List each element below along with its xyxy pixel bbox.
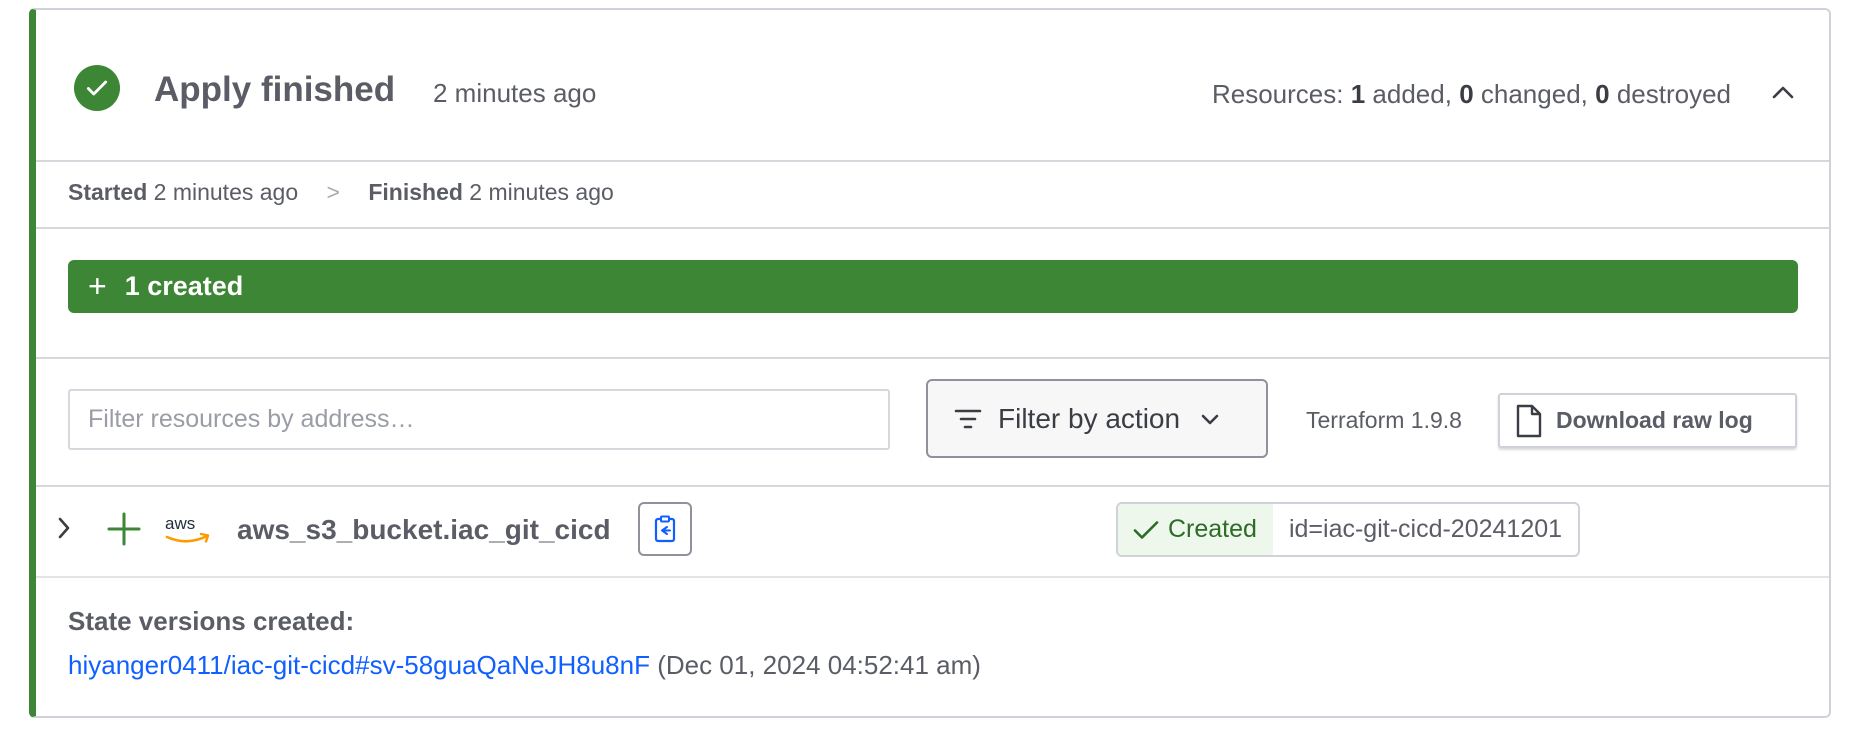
filter-resources-input[interactable] <box>68 389 890 450</box>
aws-logo-icon: aws <box>163 513 215 554</box>
finished-time: 2 minutes ago <box>469 179 614 205</box>
state-versions: State versions created: hiyanger0411/iac… <box>36 576 1829 716</box>
download-raw-log-label: Download raw log <box>1556 407 1753 433</box>
copy-clipboard-button[interactable] <box>638 502 692 556</box>
success-check-icon <box>74 65 120 111</box>
aws-logo-text: aws <box>165 514 195 533</box>
state-versions-label: State versions created: <box>68 606 355 636</box>
created-count-bar[interactable]: + 1 created <box>68 260 1798 313</box>
destroyed-label: destroyed <box>1616 79 1731 109</box>
created-plus-icon <box>106 511 142 552</box>
changed-count: 0 <box>1459 79 1474 109</box>
filter-by-action-label: Filter by action <box>998 402 1181 434</box>
status-created-badge: Created <box>1118 504 1273 555</box>
check-icon <box>1133 520 1159 539</box>
resource-id: id=iac-git-cicd-20241201 <box>1288 515 1563 543</box>
apply-panel: Apply finished 2 minutes ago Resources: … <box>29 8 1831 718</box>
filter-by-action-dropdown[interactable]: Filter by action <box>926 379 1268 458</box>
terraform-version: Terraform 1.9.8 <box>1306 407 1462 433</box>
resource-address: aws_s3_bucket.iac_git_cicd <box>237 514 611 545</box>
state-version-link[interactable]: hiyanger0411/iac-git-cicd#sv-58guaQaNeJH… <box>68 650 650 680</box>
chevron-down-icon <box>1200 412 1220 426</box>
started-time: 2 minutes ago <box>153 179 299 205</box>
apply-title: Apply finished <box>154 70 396 109</box>
started-label: Started <box>68 179 148 205</box>
resources-summary: Resources: 1 added, 0 changed, 0 destroy… <box>1212 79 1731 110</box>
timeline-separator: > <box>326 179 340 205</box>
state-version-timestamp: (Dec 01, 2024 04:52:41 am) <box>657 650 981 680</box>
download-raw-log-button[interactable]: Download raw log <box>1498 393 1797 448</box>
state-version-entry: hiyanger0411/iac-git-cicd#sv-58guaQaNeJH… <box>68 650 981 681</box>
apply-header: Apply finished 2 minutes ago Resources: … <box>36 10 1829 162</box>
filter-lines-icon <box>954 408 982 430</box>
added-count: 1 <box>1350 79 1366 109</box>
finished-label: Finished <box>368 179 463 205</box>
clipboard-icon <box>652 515 678 543</box>
status-created-label: Created <box>1168 515 1257 543</box>
chevron-right-icon[interactable] <box>56 515 72 546</box>
timeline-text: Started 2 minutes ago > Finished 2 minut… <box>68 179 614 206</box>
changed-label: changed, <box>1480 79 1588 109</box>
apply-time: 2 minutes ago <box>433 78 597 108</box>
file-icon <box>1514 404 1544 438</box>
resource-row[interactable]: aws aws_s3_bucket.iac_git_cicd Created i… <box>36 485 1829 578</box>
added-label: added, <box>1372 79 1452 109</box>
created-count-label: 1 created <box>124 271 244 301</box>
destroyed-count: 0 <box>1595 79 1610 109</box>
changes-summary: + 1 created <box>36 227 1829 359</box>
collapse-chevron-up-icon[interactable] <box>1767 76 1799 108</box>
resources-toolbar: Filter by action Terraform 1.9.8 Downloa… <box>36 357 1829 487</box>
timeline: Started 2 minutes ago > Finished 2 minut… <box>36 160 1829 229</box>
plus-icon: + <box>88 268 107 304</box>
resources-prefix: Resources: <box>1211 79 1344 109</box>
resource-status-pill: Created id=iac-git-cicd-20241201 <box>1116 502 1581 557</box>
